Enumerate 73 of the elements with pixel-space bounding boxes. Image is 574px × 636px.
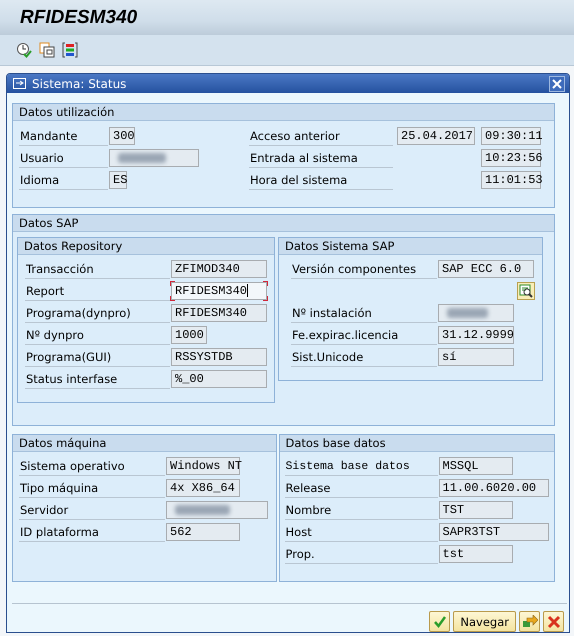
- input-field[interactable]: sí: [438, 348, 514, 366]
- field-label: Nombre: [284, 500, 438, 520]
- field-label: Host: [284, 522, 438, 542]
- input-field[interactable]: 10:23:56: [481, 149, 541, 167]
- input-field[interactable]: SAPR3TST: [438, 523, 549, 541]
- field-label: Entrada al sistema: [249, 148, 393, 168]
- field-label: Tipo máquina: [19, 478, 165, 498]
- field-label: Programa(dynpro): [25, 304, 170, 322]
- input-field[interactable]: 31.12.9999: [438, 326, 514, 344]
- input-field[interactable]: %_00: [171, 370, 267, 388]
- input-field[interactable]: TST: [438, 501, 513, 519]
- input-field[interactable]: 300: [109, 127, 135, 145]
- field-label: Versión componentes: [291, 260, 437, 278]
- field-label: Sistema base datos: [284, 456, 438, 476]
- input-field[interactable]: 1000: [171, 326, 207, 344]
- group-title: Datos base datos: [280, 435, 554, 452]
- input-field[interactable]: 11.00.6020.00: [438, 479, 549, 497]
- redacted-field[interactable]: [109, 149, 199, 167]
- group-title: Datos Sistema SAP: [279, 238, 542, 255]
- input-field[interactable]: ZFIMOD340: [171, 260, 267, 278]
- cancel-icon: [546, 614, 560, 628]
- screen-title: RFIDESM340: [20, 6, 138, 28]
- redacted-field[interactable]: [438, 304, 514, 322]
- field-label: Sistema operativo: [19, 456, 165, 476]
- field-label: Report: [25, 282, 170, 300]
- field-label: ID plataforma: [19, 522, 165, 542]
- windows-icon[interactable]: [39, 42, 55, 58]
- close-button[interactable]: [549, 76, 565, 92]
- arrow-icon: [522, 614, 538, 628]
- input-field[interactable]: ES: [109, 171, 127, 189]
- color-bars-icon[interactable]: [62, 42, 78, 58]
- field-label: Release: [284, 478, 438, 498]
- field-label: Servidor: [19, 500, 165, 520]
- input-field[interactable]: RFIDESM340: [171, 282, 267, 300]
- details-button[interactable]: [517, 282, 535, 300]
- cancel-button[interactable]: [543, 611, 564, 632]
- input-field[interactable]: 562: [166, 523, 240, 541]
- field-label: Transacción: [25, 260, 170, 278]
- close-icon: [552, 78, 562, 88]
- group-title: Datos utilización: [13, 104, 554, 121]
- input-field[interactable]: 4x X86_64: [166, 479, 240, 497]
- confirm-button[interactable]: [429, 611, 450, 632]
- field-label: Hora del sistema: [249, 170, 393, 190]
- group-title: Datos Repository: [18, 238, 274, 255]
- field-label: Mandante: [19, 126, 108, 146]
- forward-button[interactable]: [519, 611, 540, 632]
- input-field[interactable]: tst: [438, 545, 513, 563]
- redacted-field[interactable]: [166, 501, 268, 519]
- input-field[interactable]: 25.04.2017: [397, 127, 475, 145]
- field-label: Programa(GUI): [25, 348, 170, 366]
- input-field[interactable]: 11:01:53: [481, 171, 541, 189]
- input-field[interactable]: 09:30:11: [481, 127, 541, 145]
- input-field[interactable]: MSSQL: [438, 457, 513, 475]
- group-title: Datos SAP: [13, 215, 554, 232]
- group-title: Datos máquina: [13, 435, 276, 452]
- field-label: Idioma: [19, 170, 108, 190]
- input-field[interactable]: Windows NT: [166, 457, 240, 475]
- dialog-title: Sistema: Status: [32, 76, 128, 90]
- field-label: Nº instalación: [291, 304, 437, 322]
- input-field[interactable]: SAP ECC 6.0: [438, 260, 534, 278]
- navigate-button[interactable]: Navegar: [453, 611, 516, 632]
- field-label: Usuario: [19, 148, 108, 168]
- field-label: Acceso anterior: [249, 126, 393, 146]
- magnifier-icon: [519, 284, 533, 298]
- field-label: Prop.: [284, 544, 438, 564]
- field-label: Status interfase: [25, 370, 170, 388]
- clock-check-icon[interactable]: [16, 42, 32, 58]
- input-field[interactable]: RFIDESM340: [171, 304, 267, 322]
- field-label: Fe.expirac.licencia: [291, 326, 437, 344]
- input-field[interactable]: RSSYSTDB: [171, 348, 267, 366]
- field-label: Sist.Unicode: [291, 348, 437, 366]
- field-label: Nº dynpro: [25, 326, 170, 344]
- check-icon: [432, 614, 447, 628]
